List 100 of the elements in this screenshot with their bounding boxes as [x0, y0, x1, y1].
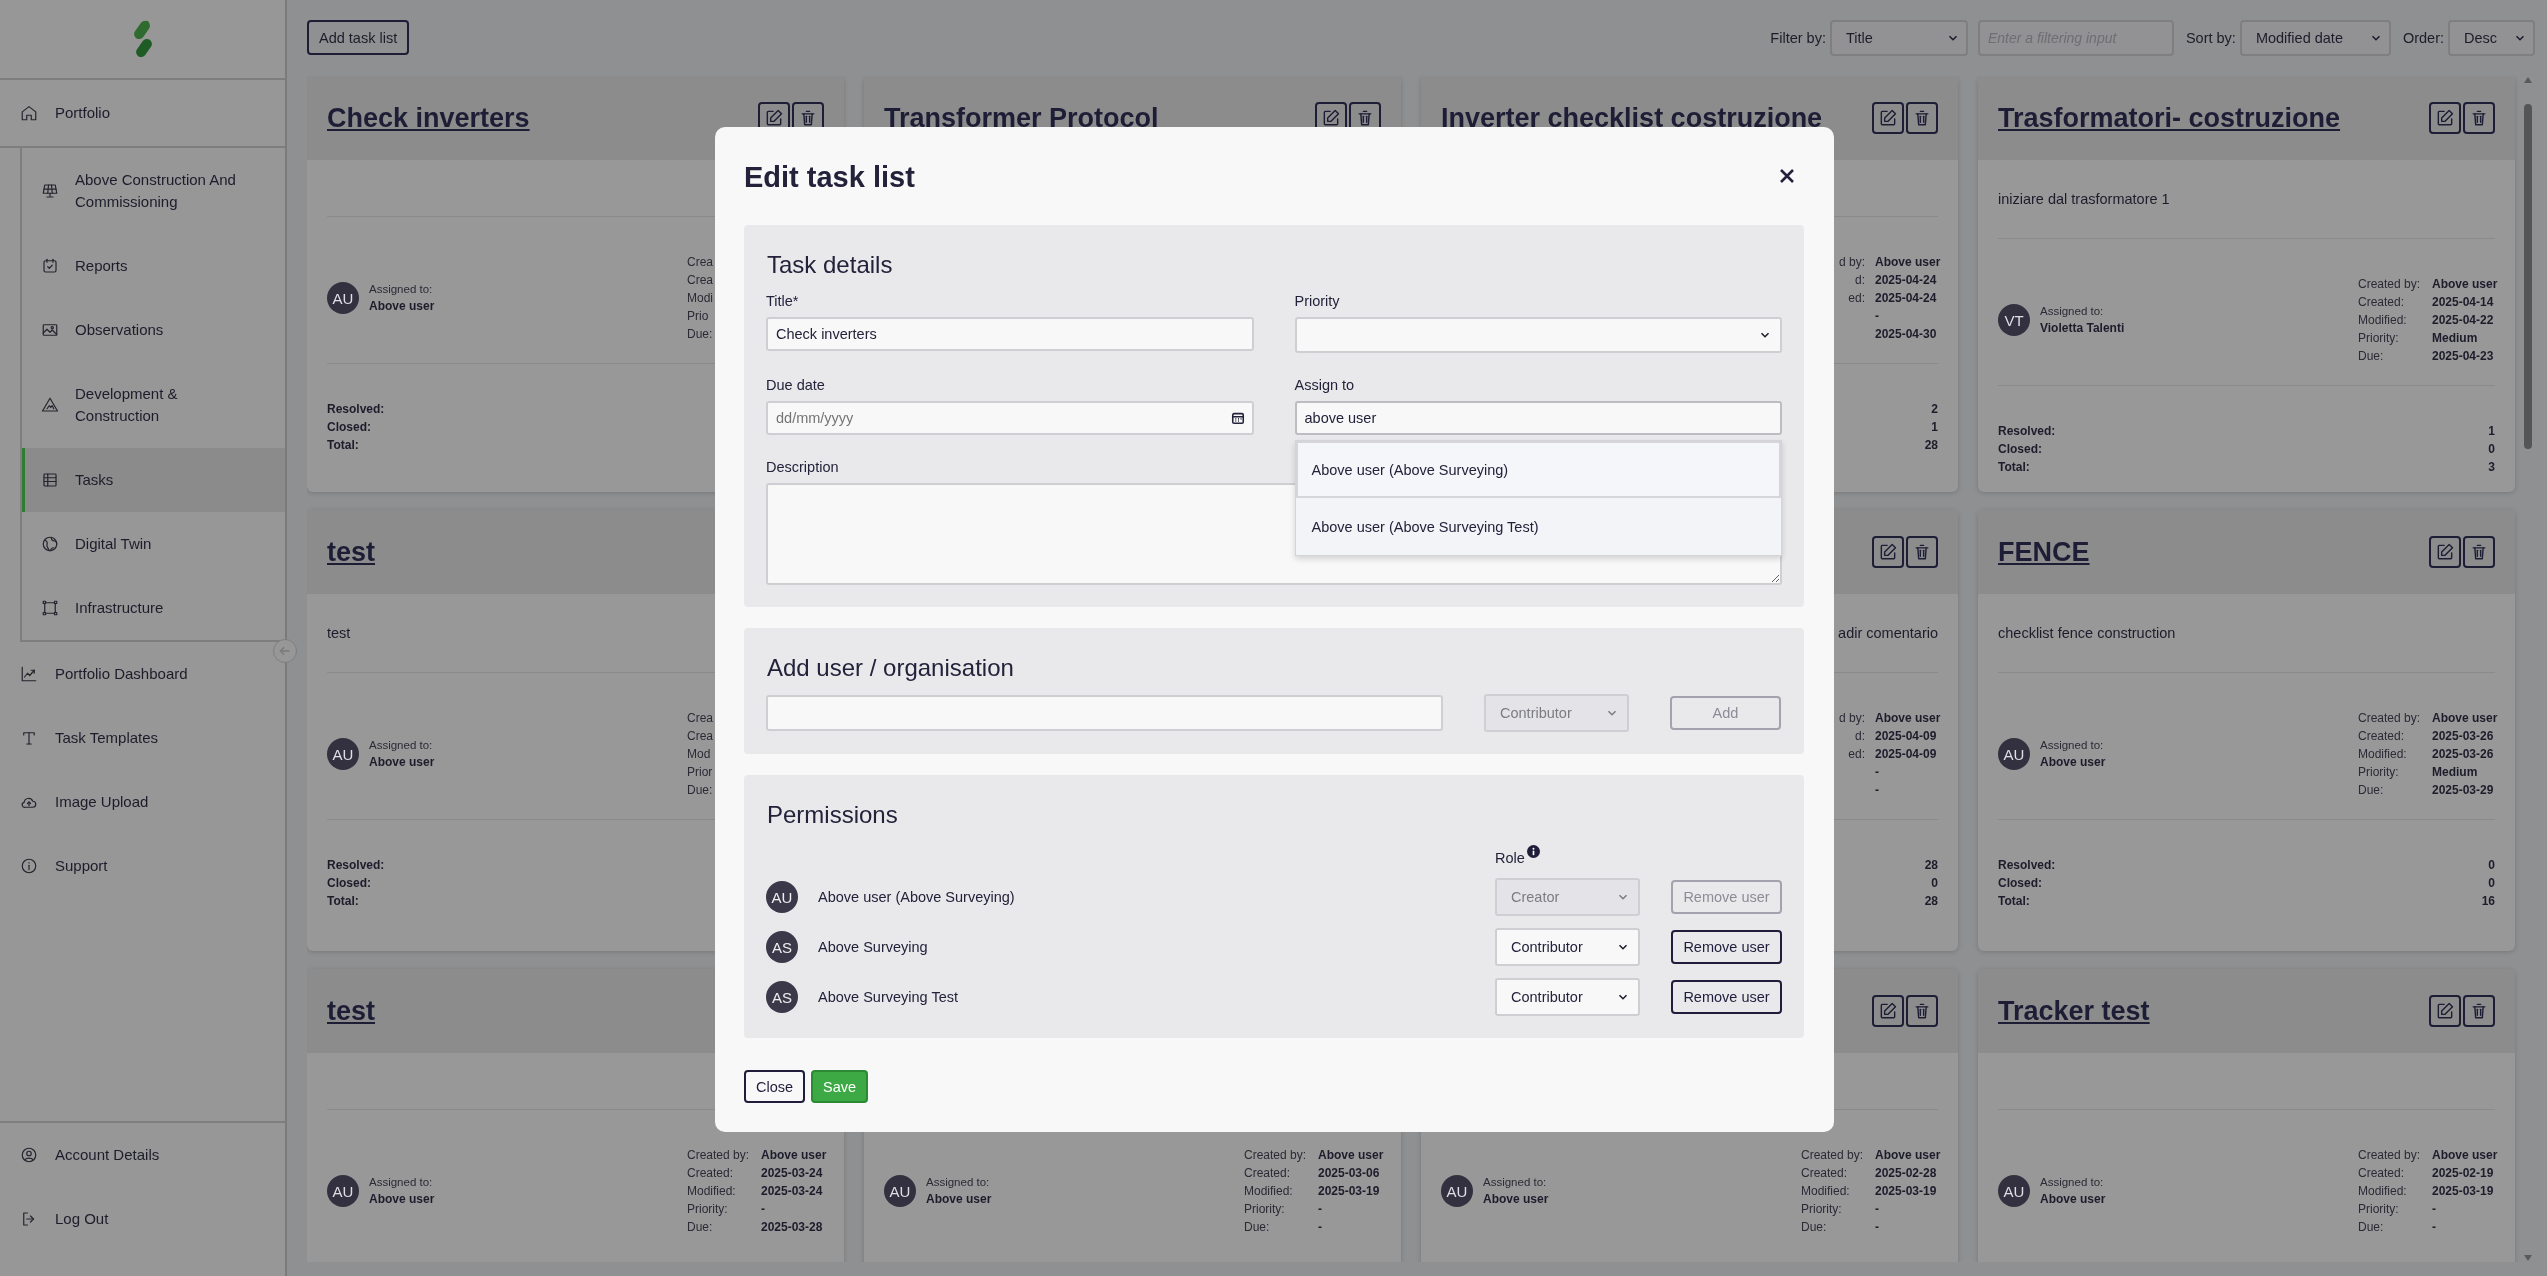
meta-label: Due: [2358, 349, 2384, 363]
assignee-name: Above user [2040, 754, 2106, 771]
sort-dropdown[interactable]: Modified date [2239, 19, 2391, 56]
sidebar-item[interactable]: Above Construction And Commissioning [22, 148, 285, 234]
avatar: AS [766, 981, 798, 1013]
title-field[interactable]: Check inverters [766, 317, 1254, 351]
task-list-title-link[interactable]: test [327, 536, 375, 568]
task-list-title-link[interactable]: Tracker test [1998, 995, 2150, 1027]
meta-value: 2025-04-09 [1875, 747, 1937, 761]
task-list-description: iniziare dal trasformatore 1 [1998, 191, 2170, 207]
sidebar-item[interactable]: Infrastructure [22, 576, 285, 640]
stat-label: Resolved: [1998, 423, 2056, 440]
sidebar-item[interactable]: Reports [22, 234, 285, 298]
meta-label: Created by: [2358, 277, 2421, 291]
sidebar-item[interactable]: Task Templates [0, 706, 285, 770]
meta-label: ed: [1848, 291, 1865, 305]
task-list-title-link[interactable]: Check inverters [327, 102, 530, 134]
stat-value: 28 [1924, 437, 1938, 454]
meta-label: Due: [1244, 1220, 1270, 1234]
warning-triangle-icon [41, 396, 59, 414]
meta-label: Priority: [2358, 1202, 2399, 1216]
remove-user-button[interactable]: Remove user [1671, 980, 1782, 1014]
meta-value: 2025-04-30 [1875, 327, 1937, 341]
task-list-title-link[interactable]: Trasformatori- costruzione [1998, 102, 2341, 134]
save-button[interactable]: Save [811, 1070, 869, 1103]
task-list-description: test [327, 625, 351, 641]
meta-value: 2025-03-26 [2432, 747, 2494, 761]
assignee-name: Above user [369, 298, 435, 315]
meta-value: - [1875, 765, 1879, 779]
stat-label: Total: [327, 893, 359, 910]
remove-user-button[interactable]: Remove user [1671, 930, 1782, 964]
user-search-field[interactable] [766, 695, 1443, 731]
role-dropdown[interactable]: Contributor [1495, 978, 1640, 1016]
meta-label: Crea [687, 255, 713, 269]
stat-label: Total: [1998, 893, 2030, 910]
assign-to-field[interactable]: above user [1294, 401, 1782, 435]
meta-label: d: [1855, 273, 1865, 287]
stat-value: 0 [2488, 857, 2495, 874]
sidebar-item[interactable]: Digital Twin [22, 512, 285, 576]
pencil-icon [2435, 542, 2455, 562]
sidebar-item[interactable]: Image Upload [0, 770, 285, 834]
meta-label: Priority: [2358, 765, 2399, 779]
info-icon[interactable] [1526, 845, 1540, 858]
sidebar-item[interactable]: Log Out [0, 1187, 285, 1251]
close-button[interactable]: Close [744, 1070, 806, 1103]
meta-value: Above user [1875, 255, 1941, 269]
sort-label: Sort by: [2185, 29, 2236, 46]
avatar: AU [1998, 738, 2030, 770]
meta-label: Mod [687, 747, 711, 761]
meta-label: Modified: [2358, 313, 2407, 327]
meta-value: 2025-03-24 [761, 1184, 823, 1198]
section-heading: Task details [766, 250, 894, 280]
suggestion-item[interactable]: Above user (Above Surveying Test) [1295, 498, 1781, 555]
dialog-title: Edit task list [744, 160, 915, 194]
meta-label: Priority: [1801, 1202, 1842, 1216]
meta-label: Created: [1801, 1166, 1848, 1180]
task-list-title-link[interactable]: test [327, 995, 375, 1027]
sidebar-item[interactable]: Observations [22, 298, 285, 362]
meta-value: - [761, 1202, 765, 1216]
sidebar-item[interactable]: Account Details [0, 1123, 285, 1187]
avatar: AU [1998, 1175, 2030, 1207]
role-dropdown[interactable]: Contributor [1495, 928, 1640, 966]
sidebar-item[interactable]: Portfolio Dashboard [0, 642, 285, 706]
task-list-title-link[interactable]: FENCE [1998, 536, 2090, 568]
stat-value: 16 [2481, 893, 2495, 910]
calendar-icon [1230, 411, 1245, 425]
due-date-field[interactable]: dd/mm/yyyy [766, 401, 1254, 435]
meta-value: 2025-04-22 [2432, 313, 2494, 327]
meta-value: Above user [2432, 711, 2498, 725]
task-list-description: checklist fence construction [1998, 625, 2176, 641]
table-icon [41, 471, 59, 489]
meta-label: Created by: [687, 1148, 750, 1162]
sidebar-item[interactable]: Tasks [22, 448, 285, 512]
meta-label: Priority: [1244, 1202, 1285, 1216]
pencil-icon [1878, 542, 1898, 562]
meta-value: 2025-03-26 [2432, 729, 2494, 743]
section-heading: Add user / organisation [766, 653, 1015, 683]
meta-label: Modified: [2358, 1184, 2407, 1198]
meta-value: 2025-03-19 [2432, 1184, 2494, 1198]
meta-label: Crea [687, 273, 713, 287]
sidebar-item[interactable]: Portfolio [0, 80, 285, 148]
meta-label: Created by: [2358, 711, 2421, 725]
line-chart-icon [20, 665, 38, 683]
pencil-icon [2435, 1001, 2455, 1021]
meta-label: Created by: [2358, 1148, 2421, 1162]
meta-label: Modified: [687, 1184, 736, 1198]
close-icon [1779, 168, 1795, 184]
scrollbar-thumb[interactable] [2523, 104, 2532, 449]
avatar: AU [1441, 1175, 1473, 1207]
meta-label: Due: [687, 783, 713, 797]
suggestion-item[interactable]: Above user (Above Surveying) [1295, 441, 1781, 498]
meta-label: Created: [2358, 295, 2405, 309]
meta-label: Due: [1801, 1220, 1827, 1234]
assignee-name: Above user [926, 1191, 992, 1208]
sidebar-item[interactable]: Support [0, 834, 285, 898]
sidebar-item[interactable]: Development & Construction [22, 362, 285, 448]
filter-dropdown[interactable]: Title [1829, 19, 1968, 56]
add-task-list-button[interactable]: Add task list [307, 20, 410, 55]
stat-label: Closed: [327, 875, 371, 892]
order-dropdown[interactable]: Desc [2448, 19, 2535, 56]
